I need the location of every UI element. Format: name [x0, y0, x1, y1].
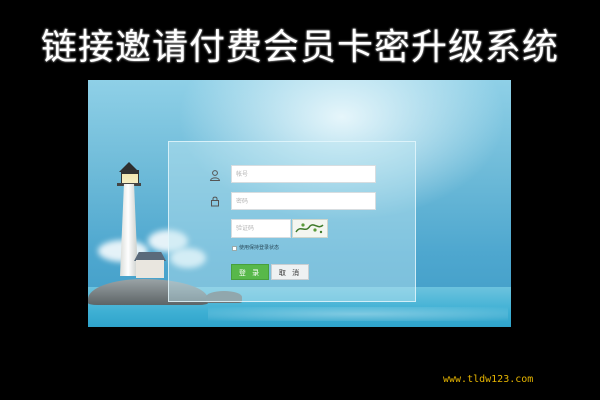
watermark-url: www.tldw123.com — [443, 374, 534, 385]
lock-icon — [211, 196, 219, 207]
remember-checkbox[interactable] — [232, 246, 237, 251]
sea-shine — [208, 307, 508, 321]
login-button[interactable]: 登 录 — [231, 264, 269, 280]
captcha-glyphs-icon — [295, 223, 324, 234]
captcha-input[interactable] — [231, 219, 291, 238]
username-input[interactable] — [231, 165, 376, 183]
captcha-image[interactable] — [292, 219, 328, 238]
keeper-house — [136, 260, 164, 278]
user-icon — [209, 170, 221, 181]
password-input[interactable] — [231, 192, 376, 210]
cancel-button[interactable]: 取 消 — [271, 264, 309, 280]
page-title: 链接邀请付费会员卡密升级系统 — [40, 27, 559, 68]
remember-label: 使用保持登录状态 — [239, 245, 280, 251]
